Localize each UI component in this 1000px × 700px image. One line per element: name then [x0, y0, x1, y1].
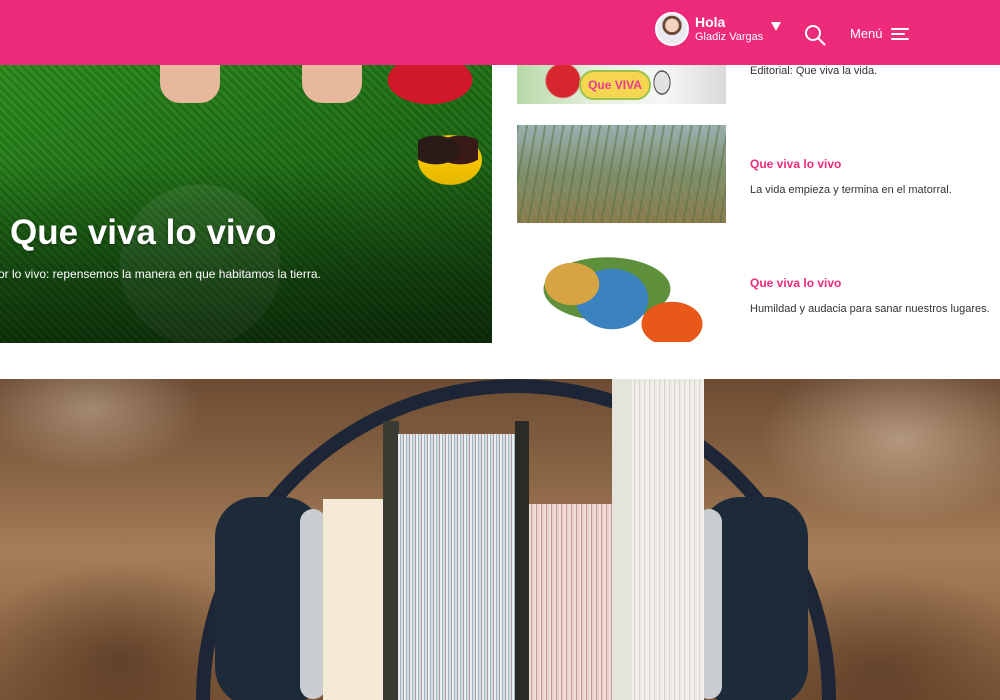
article-description[interactable]: Editorial: Que viva la vida. — [750, 65, 995, 77]
search-icon[interactable] — [804, 24, 826, 46]
author-portrait — [647, 65, 677, 104]
featured-article-card[interactable]: Que viva lo vivo or lo vivo: repensemos … — [0, 65, 492, 343]
article-thumbnail[interactable]: Que VIVA — [517, 65, 726, 104]
book — [529, 504, 613, 700]
greeting-text: Hola — [695, 14, 726, 31]
article-thumbnail[interactable] — [517, 125, 726, 223]
que-viva-logo: Que VIVA — [579, 70, 651, 100]
article-category[interactable]: Que viva lo vivo — [750, 276, 995, 290]
book — [398, 434, 516, 700]
user-name: Gladiz Vargas — [695, 30, 764, 43]
article-description[interactable]: Humildad y audacia para sanar nuestros l… — [750, 303, 995, 315]
book-cover — [612, 379, 632, 700]
hamburger-icon — [890, 27, 909, 40]
book — [323, 499, 385, 700]
user-menu[interactable]: Hola Gladiz Vargas — [655, 12, 782, 46]
article-thumbnail[interactable] — [517, 244, 726, 342]
featured-article-subtitle: or lo vivo: repensemos la manera en que … — [0, 267, 321, 281]
avatar — [655, 12, 689, 46]
article-category[interactable]: Que viva lo vivo — [750, 157, 995, 171]
menu-button[interactable]: Menú — [850, 26, 909, 41]
article-description[interactable]: La vida empieza y termina en el matorral… — [750, 184, 995, 196]
book — [632, 379, 704, 700]
user-greeting: Hola Gladiz Vargas — [695, 14, 764, 43]
book-cover — [383, 421, 399, 700]
audiobook-banner-image[interactable] — [0, 379, 1000, 700]
article-item[interactable]: Que viva lo vivo Humildad y audacia para… — [517, 244, 1000, 342]
top-navigation-bar: Hola Gladiz Vargas Menú — [0, 0, 1000, 65]
article-item[interactable]: Que viva lo vivo La vida empieza y termi… — [517, 125, 1000, 223]
featured-article-title[interactable]: Que viva lo vivo — [10, 213, 277, 253]
chevron-down-icon[interactable] — [771, 21, 782, 31]
menu-label: Menú — [850, 26, 883, 41]
book-cover — [515, 421, 529, 700]
article-item[interactable]: Que VIVA Editorial: Que viva la vida. — [517, 65, 1000, 105]
